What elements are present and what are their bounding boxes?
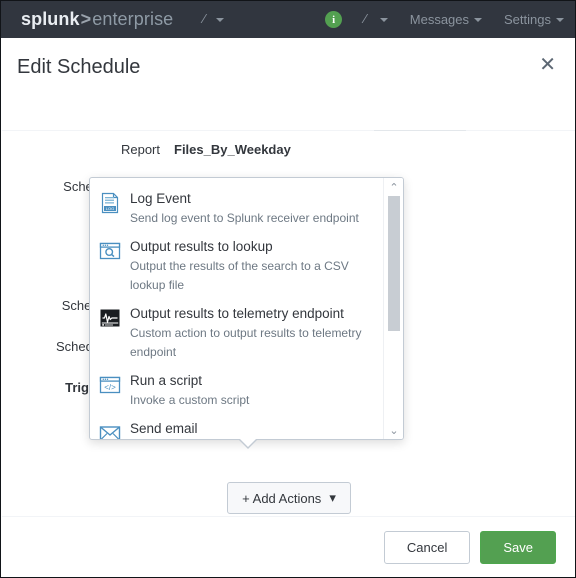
dropdown-item-text: Output results to lookup Output the resu… xyxy=(130,238,374,295)
dropdown-item-desc: Invoke a custom script xyxy=(130,393,250,407)
dropdown-item-title: Output results to lookup xyxy=(130,239,273,254)
chevron-down-icon xyxy=(474,17,483,22)
header-divider xyxy=(2,130,575,131)
email-envelope-icon xyxy=(99,422,121,439)
messages-label: Messages xyxy=(409,12,470,27)
dropdown-item-title: Send email xyxy=(130,421,198,436)
add-actions-button[interactable]: + Add Actions ▾ xyxy=(227,482,351,514)
dropdown-item-output-telemetry[interactable]: Output results to telemetry endpoint Cus… xyxy=(90,300,384,367)
label-report: Report xyxy=(120,142,160,157)
app-switcher-icon[interactable]: ⁄ xyxy=(203,11,224,28)
dropdown-item-desc: Custom action to output results to telem… xyxy=(130,326,362,359)
logo-gt-text: > xyxy=(80,9,92,29)
add-actions-dropdown-menu[interactable]: LOG Log Event Send log event to Splunk r… xyxy=(89,177,404,440)
scroll-up-icon[interactable]: ⌃ xyxy=(384,178,403,196)
dropdown-item-text: Send email xyxy=(130,420,374,438)
tab-notch-divider xyxy=(374,130,466,131)
log-event-icon: LOG xyxy=(99,192,121,214)
chevron-down-icon xyxy=(556,17,564,22)
dropdown-item-text: Run a script Invoke a custom script xyxy=(130,372,374,410)
save-button[interactable]: Save xyxy=(480,531,556,564)
dropdown-item-title: Log Event xyxy=(130,191,191,206)
script-code-icon: </> xyxy=(99,374,121,396)
settings-label: Settings xyxy=(504,12,551,27)
activity-indicator[interactable]: ⁄ xyxy=(353,1,399,38)
svg-text:</>: </> xyxy=(104,383,116,392)
dropdown-item-run-script[interactable]: </> Run a script Invoke a custom script xyxy=(90,367,384,415)
dropdown-item-list: LOG Log Event Send log event to Splunk r… xyxy=(90,178,384,439)
telemetry-icon xyxy=(99,307,121,329)
svg-text:LOG: LOG xyxy=(106,206,114,211)
dropdown-item-desc: Send log event to Splunk receiver endpoi… xyxy=(130,211,359,225)
cancel-button[interactable]: Cancel xyxy=(383,531,471,564)
modal-header: Edit Schedule ✕ xyxy=(2,38,575,96)
info-badge-item[interactable]: i xyxy=(314,1,353,38)
dropdown-item-log-event[interactable]: LOG Log Event Send log event to Splunk r… xyxy=(90,185,384,233)
dropdown-item-title: Output results to telemetry endpoint xyxy=(130,306,344,321)
dropdown-item-send-email[interactable]: Send email xyxy=(90,415,384,439)
splunk-top-navbar: splunk>enterprise ⁄ i ⁄ Messages Setti… xyxy=(1,1,575,38)
messages-menu[interactable]: Messages xyxy=(399,1,493,38)
chevron-down-icon xyxy=(379,17,388,22)
logo-splunk-text: splunk xyxy=(21,9,80,29)
logo-enterprise-text: enterprise xyxy=(92,9,174,29)
activity-icon: ⁄ xyxy=(364,11,376,26)
form-row-report: Report Files_By_Weekday xyxy=(2,138,575,164)
page-title: Edit Schedule xyxy=(17,55,141,78)
dropdown-item-desc: Output the results of the search to a CS… xyxy=(130,259,349,292)
dropdown-item-text: Log Event Send log event to Splunk recei… xyxy=(130,190,374,228)
dropdown-caret-fill xyxy=(239,438,257,447)
info-icon: i xyxy=(325,11,343,28)
splunk-edit-schedule-screen: splunk>enterprise ⁄ i ⁄ Messages Setti… xyxy=(0,0,576,578)
chevron-down-icon: ▾ xyxy=(329,490,336,505)
dropdown-item-text: Output results to telemetry endpoint Cus… xyxy=(130,305,374,362)
scrollbar-thumb[interactable] xyxy=(388,196,400,331)
close-icon[interactable]: ✕ xyxy=(539,54,556,74)
scrollbar-track[interactable] xyxy=(388,196,400,421)
app-glyph: ⁄ xyxy=(203,11,215,26)
settings-menu[interactable]: Settings xyxy=(493,1,575,38)
add-actions-label: + Add Actions xyxy=(242,490,322,506)
chevron-down-icon xyxy=(215,17,224,22)
value-report-name: Files_By_Weekday xyxy=(174,142,291,157)
dropdown-scrollbar[interactable]: ⌃ ⌄ xyxy=(383,178,403,439)
topbar-right-group: i ⁄ Messages Settings xyxy=(314,1,575,38)
modal-footer: Cancel Save xyxy=(2,516,575,577)
scroll-down-icon[interactable]: ⌄ xyxy=(384,421,403,439)
dropdown-item-output-lookup[interactable]: Output results to lookup Output the resu… xyxy=(90,233,384,300)
dropdown-item-title: Run a script xyxy=(130,373,203,388)
add-actions-row: + Add Actions ▾ xyxy=(2,482,575,514)
lookup-search-icon xyxy=(99,240,121,262)
splunk-logo[interactable]: splunk>enterprise xyxy=(21,9,173,30)
